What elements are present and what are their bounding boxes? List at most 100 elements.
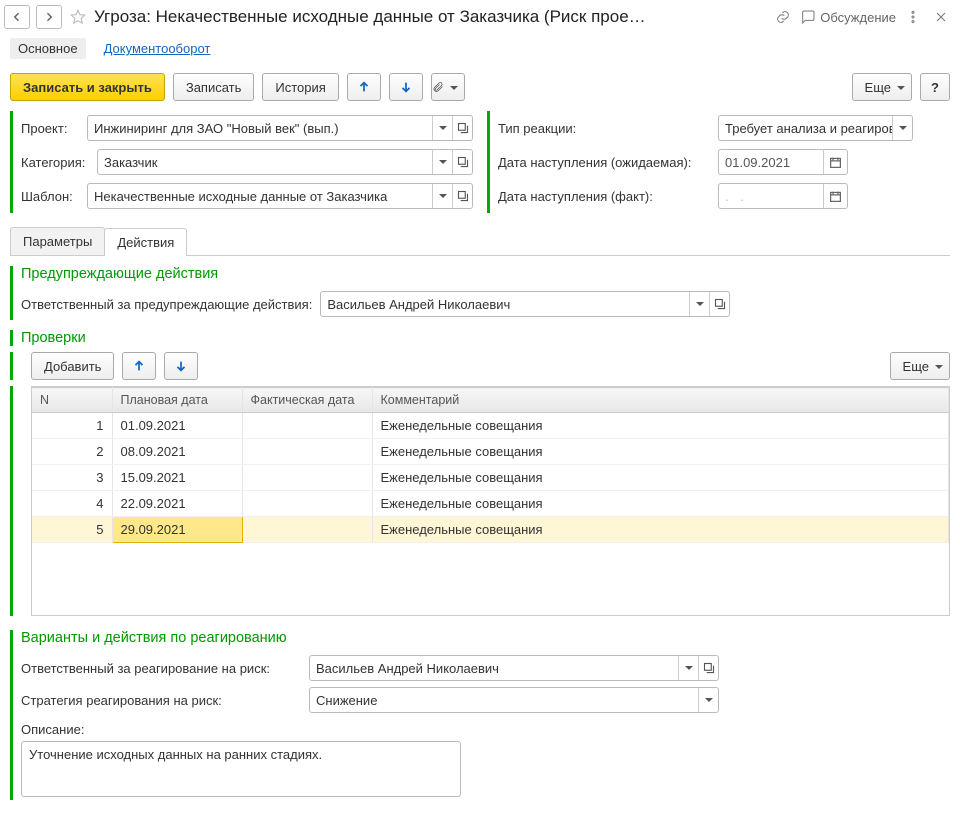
col-plan[interactable]: Плановая дата — [112, 388, 242, 413]
checks-add-button[interactable]: Добавить — [31, 352, 114, 380]
reaction-type-value: Требует анализа и реагирова — [719, 116, 892, 140]
preventive-resp-combo[interactable]: Васильев Андрей Николаевич — [320, 291, 730, 317]
table-row[interactable]: 101.09.2021 Еженедельные совещания — [32, 413, 949, 439]
checks-table[interactable]: N Плановая дата Фактическая дата Коммент… — [32, 387, 949, 543]
cell-n[interactable]: 1 — [32, 413, 112, 439]
category-dropdown-caret[interactable] — [432, 150, 452, 174]
description-textarea[interactable] — [21, 741, 461, 797]
response-heading: Варианты и действия по реагированию — [21, 630, 950, 646]
category-value: Заказчик — [98, 150, 432, 174]
response-section: Варианты и действия по реагированию Отве… — [10, 630, 950, 800]
cell-comment[interactable]: Еженедельные совещания — [372, 491, 949, 517]
template-value: Некачественные исходные данные от Заказч… — [88, 184, 432, 208]
date-fact-input[interactable]: . . — [718, 183, 848, 209]
preventive-section: Предупреждающие действия Ответственный з… — [10, 266, 950, 320]
close-icon — [933, 9, 949, 25]
response-resp-open[interactable] — [698, 656, 718, 680]
preventive-resp-value: Васильев Андрей Николаевич — [321, 292, 689, 316]
cell-n[interactable]: 4 — [32, 491, 112, 517]
cell-fact[interactable] — [242, 413, 372, 439]
checks-table-wrap: N Плановая дата Фактическая дата Коммент… — [31, 386, 950, 616]
cell-comment[interactable]: Еженедельные совещания — [372, 465, 949, 491]
checks-move-up-button[interactable] — [122, 352, 156, 380]
strategy-value: Снижение — [310, 688, 698, 712]
cell-n[interactable]: 2 — [32, 439, 112, 465]
strategy-combo[interactable]: Снижение — [309, 687, 719, 713]
response-resp-label: Ответственный за реагирование на риск: — [21, 661, 301, 676]
move-up-button[interactable] — [347, 73, 381, 101]
template-combo[interactable]: Некачественные исходные данные от Заказч… — [87, 183, 473, 209]
template-dropdown-caret[interactable] — [432, 184, 452, 208]
cell-fact[interactable] — [242, 491, 372, 517]
table-row[interactable]: 529.09.2021 Еженедельные совещания — [32, 517, 949, 543]
nav-docflow[interactable]: Документооборот — [104, 38, 211, 59]
col-fact[interactable]: Фактическая дата — [242, 388, 372, 413]
nav-main[interactable]: Основное — [10, 38, 86, 59]
cell-comment[interactable]: Еженедельные совещания — [372, 413, 949, 439]
link-button[interactable] — [772, 6, 794, 28]
nav-back-button[interactable] — [4, 5, 30, 29]
toolbar-more-button[interactable]: Еще — [852, 73, 912, 101]
date-expected-calendar-button[interactable] — [823, 150, 847, 174]
cell-comment[interactable]: Еженедельные совещания — [372, 439, 949, 465]
preventive-resp-open[interactable] — [709, 292, 729, 316]
arrow-right-icon — [43, 11, 55, 23]
preventive-resp-caret[interactable] — [689, 292, 709, 316]
table-row[interactable]: 208.09.2021 Еженедельные совещания — [32, 439, 949, 465]
category-combo[interactable]: Заказчик — [97, 149, 473, 175]
date-fact-calendar-button[interactable] — [823, 184, 847, 208]
close-button[interactable] — [930, 6, 952, 28]
cell-comment[interactable]: Еженедельные совещания — [372, 517, 949, 543]
discussion-button[interactable]: Обсуждение — [800, 9, 896, 25]
cell-n[interactable]: 5 — [32, 517, 112, 543]
response-resp-combo[interactable]: Васильев Андрей Николаевич — [309, 655, 719, 681]
reaction-type-combo[interactable]: Требует анализа и реагирова — [718, 115, 913, 141]
arrow-down-icon — [399, 80, 413, 94]
arrow-up-icon — [357, 80, 371, 94]
table-row[interactable]: 315.09.2021 Еженедельные совещания — [32, 465, 949, 491]
date-fact-label: Дата наступления (факт): — [498, 189, 718, 204]
table-row[interactable]: 422.09.2021 Еженедельные совещания — [32, 491, 949, 517]
template-label: Шаблон: — [21, 189, 87, 204]
history-button[interactable]: История — [262, 73, 338, 101]
save-button[interactable]: Записать — [173, 73, 255, 101]
strategy-caret[interactable] — [698, 688, 718, 712]
project-dropdown-caret[interactable] — [432, 116, 452, 140]
strategy-label: Стратегия реагирования на риск: — [21, 693, 301, 708]
reaction-type-caret[interactable] — [892, 116, 912, 140]
checks-more-button[interactable]: Еще — [890, 352, 950, 380]
tab-actions[interactable]: Действия — [104, 228, 187, 256]
save-close-button[interactable]: Записать и закрыть — [10, 73, 165, 101]
col-n[interactable]: N — [32, 388, 112, 413]
nav-forward-button[interactable] — [36, 5, 62, 29]
cell-fact[interactable] — [242, 465, 372, 491]
favorite-toggle[interactable] — [68, 7, 88, 27]
cell-n[interactable]: 3 — [32, 465, 112, 491]
cell-plan[interactable]: 29.09.2021 — [112, 517, 242, 543]
cell-plan[interactable]: 15.09.2021 — [112, 465, 242, 491]
window-title: Угроза: Некачественные исходные данные о… — [94, 7, 766, 27]
kebab-menu-button[interactable] — [902, 6, 924, 28]
cell-fact[interactable] — [242, 439, 372, 465]
move-down-button[interactable] — [389, 73, 423, 101]
date-expected-input[interactable]: 01.09.2021 — [718, 149, 848, 175]
cell-plan[interactable]: 08.09.2021 — [112, 439, 242, 465]
cell-plan[interactable]: 22.09.2021 — [112, 491, 242, 517]
attachments-button[interactable] — [431, 73, 465, 101]
project-combo[interactable]: Инжиниринг для ЗАО "Новый век" (вып.) — [87, 115, 473, 141]
response-resp-caret[interactable] — [678, 656, 698, 680]
date-fact-value: . . — [719, 184, 823, 208]
template-open-button[interactable] — [452, 184, 472, 208]
cell-fact[interactable] — [242, 517, 372, 543]
checks-section: Проверки Добавить Еще — [10, 330, 950, 380]
col-comment[interactable]: Комментарий — [372, 388, 949, 413]
help-button[interactable]: ? — [920, 73, 950, 101]
checks-move-down-button[interactable] — [164, 352, 198, 380]
tab-params[interactable]: Параметры — [10, 227, 105, 255]
cell-plan[interactable]: 01.09.2021 — [112, 413, 242, 439]
category-open-button[interactable] — [452, 150, 472, 174]
reaction-type-label: Тип реакции: — [498, 121, 718, 136]
discussion-label: Обсуждение — [820, 10, 896, 25]
project-open-button[interactable] — [452, 116, 472, 140]
dots-vertical-icon — [905, 9, 921, 25]
